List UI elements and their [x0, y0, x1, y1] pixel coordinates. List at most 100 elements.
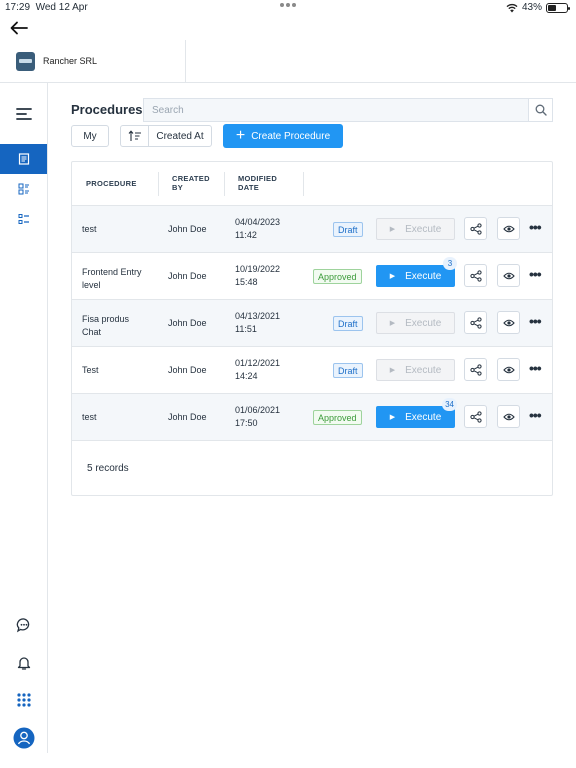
execute-label: Execute: [405, 411, 442, 423]
procedure-name-line2: level: [82, 280, 101, 290]
table-row[interactable]: test John Doe 01/06/2021 17:50 Approved ▶ Exec…: [72, 394, 552, 441]
execute-button[interactable]: ▶ Execute 34: [376, 398, 457, 428]
view-button[interactable]: [497, 264, 520, 287]
records-count: 5 records: [87, 463, 129, 474]
eye-icon: [502, 413, 515, 420]
table-header: PROCEDURE CREATED BY MODIFIED DATE: [72, 162, 552, 206]
create-procedure-button[interactable]: + Create Procedure: [223, 124, 343, 148]
table-row[interactable]: Fisa produs Chat John Doe 04/13/2021 11:51 Dr…: [72, 300, 552, 347]
procedure-name-line1: Test: [82, 365, 99, 375]
notifications-button[interactable]: [0, 648, 47, 678]
user-profile-button[interactable]: [0, 723, 47, 753]
view-button[interactable]: [497, 405, 520, 428]
more-options-button[interactable]: •••: [529, 360, 542, 376]
header-procedure[interactable]: PROCEDURE: [86, 179, 137, 188]
play-icon: ▶: [389, 320, 396, 327]
sort-direction-button[interactable]: [121, 126, 149, 146]
table-row[interactable]: test John Doe 04/04/2023 11:42 Draft ▶ Execute…: [72, 206, 552, 253]
share-icon: [469, 316, 482, 329]
create-procedure-label: Create Procedure: [251, 130, 331, 142]
execution-count-badge: 34: [442, 398, 457, 411]
chat-button[interactable]: [0, 610, 47, 640]
created-by: John Doe: [168, 365, 207, 375]
sidebar-item-dashboard[interactable]: [0, 174, 47, 204]
execution-count-badge: 3: [443, 257, 457, 270]
view-button[interactable]: [497, 358, 520, 381]
execute-label: Execute: [405, 223, 442, 235]
arrow-left-icon: [10, 21, 28, 35]
play-icon: ▶: [389, 226, 396, 233]
back-button[interactable]: [8, 18, 30, 38]
procedure-name-line1: Fisa produs: [82, 314, 130, 324]
execute-button[interactable]: ▶ Execute: [376, 218, 455, 240]
search-input[interactable]: [144, 99, 528, 121]
user-icon: [13, 727, 34, 749]
status-badge: Approved: [313, 410, 362, 425]
play-icon: ▶: [389, 414, 396, 421]
header-separator: [158, 172, 159, 196]
apps-button[interactable]: [0, 685, 47, 715]
procedure-name-line1: test: [82, 224, 97, 234]
procedure-name-line1: Frontend Entry: [82, 267, 142, 277]
view-button[interactable]: [497, 217, 520, 240]
my-filter-button[interactable]: My: [71, 125, 109, 147]
share-button[interactable]: [464, 264, 487, 287]
header-created-by-line2: BY: [172, 183, 184, 192]
eye-icon: [502, 225, 515, 232]
modified-date: 01/06/2021 17:50: [235, 404, 280, 430]
company-name: Rancher SRL: [43, 56, 98, 66]
procedure-name[interactable]: test: [82, 223, 162, 236]
execute-label: Execute: [405, 364, 442, 376]
more-options-button[interactable]: •••: [529, 266, 542, 282]
sidebar-item-checklists[interactable]: [0, 204, 47, 234]
hamburger-icon: [15, 108, 32, 120]
execute-button[interactable]: ▶ Execute 3: [376, 257, 457, 287]
modified-date-time: 15:48: [235, 277, 258, 287]
multitask-dots-icon[interactable]: [280, 3, 296, 7]
modified-date-day: 04/13/2021: [235, 311, 281, 321]
sidebar-item-procedures[interactable]: [0, 144, 47, 174]
company-logo: [16, 51, 35, 71]
modified-date-day: 01/06/2021: [235, 405, 281, 415]
modified-date-time: 14:24: [235, 371, 258, 381]
table-row[interactable]: Test John Doe 01/12/2021 14:24 Draft ▶ Execute…: [72, 347, 552, 394]
more-options-button[interactable]: •••: [529, 219, 542, 235]
search-button[interactable]: [528, 99, 552, 121]
menu-toggle-button[interactable]: [0, 99, 47, 129]
procedure-name[interactable]: Test: [82, 364, 162, 377]
view-button[interactable]: [497, 311, 520, 334]
modified-date-time: 17:50: [235, 418, 258, 428]
modified-date-time: 11:42: [235, 230, 257, 240]
sort-field-label[interactable]: Created At: [149, 126, 211, 146]
header-created-by[interactable]: CREATED BY: [172, 174, 210, 192]
header-modified-date[interactable]: MODIFIED DATE: [238, 174, 277, 192]
share-button[interactable]: [464, 311, 487, 334]
eye-icon: [502, 272, 515, 279]
procedure-name[interactable]: Fisa produs Chat: [82, 313, 162, 339]
sort-control[interactable]: Created At: [120, 125, 212, 147]
eye-icon: [502, 319, 515, 326]
search-icon: [535, 104, 547, 116]
share-button[interactable]: [464, 358, 487, 381]
play-icon: ▶: [389, 367, 396, 374]
more-options-button[interactable]: •••: [529, 407, 542, 423]
procedures-table: PROCEDURE CREATED BY MODIFIED DATE test J…: [71, 161, 553, 496]
company-selector[interactable]: Rancher SRL: [0, 40, 186, 82]
chat-icon: [16, 618, 29, 633]
procedure-name-line1: test: [82, 412, 97, 422]
status-badge: Draft: [333, 316, 363, 331]
share-button[interactable]: [464, 217, 487, 240]
table-row[interactable]: Frontend Entry level John Doe 10/19/2022 15:…: [72, 253, 552, 300]
execute-button[interactable]: ▶ Execute: [376, 359, 455, 381]
more-icon: •••: [529, 313, 542, 329]
execute-button[interactable]: ▶ Execute: [376, 312, 455, 334]
share-icon: [469, 363, 482, 376]
header-separator: [303, 172, 304, 196]
procedure-name[interactable]: Frontend Entry level: [82, 266, 162, 292]
share-button[interactable]: [464, 405, 487, 428]
battery-icon: [546, 2, 570, 13]
modified-date: 04/13/2021 11:51: [235, 310, 280, 336]
procedure-name[interactable]: test: [82, 411, 162, 424]
created-by: John Doe: [168, 412, 207, 422]
more-options-button[interactable]: •••: [529, 313, 542, 329]
